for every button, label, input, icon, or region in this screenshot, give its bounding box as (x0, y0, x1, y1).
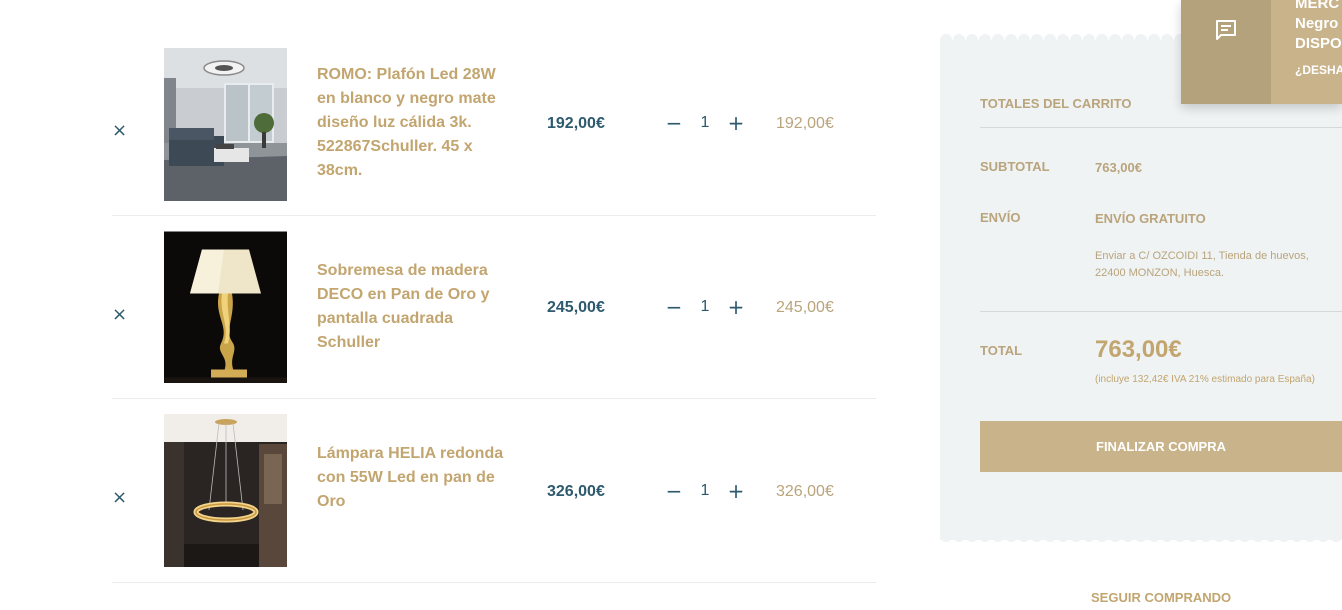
pendant-lamp-image (164, 414, 287, 567)
product-thumbnail[interactable] (164, 414, 287, 567)
divider (980, 311, 1342, 312)
shipping-address: Enviar a C/ OZCOIDI 11, Tienda de huevos… (1095, 250, 1309, 279)
notification-line: DISPO (1295, 35, 1342, 52)
cart-row: × ROMO: Plafón Led 28W en blanco y negro… (112, 32, 876, 216)
increase-quantity-button[interactable]: + (727, 297, 745, 317)
remove-item-button[interactable]: × (112, 122, 127, 140)
product-price: 192,00€ (547, 115, 605, 132)
remove-item-button[interactable]: × (112, 306, 127, 324)
notification-line: MERC (1295, 0, 1340, 12)
subtotal-value: 763,00€ (1095, 160, 1142, 175)
remove-item-button[interactable]: × (112, 489, 127, 507)
decrease-quantity-button[interactable]: − (665, 297, 683, 317)
cart-table: × ROMO: Plafón Led 28W en blanco y negro… (112, 32, 876, 583)
quantity-stepper: − 1 + (665, 113, 745, 133)
product-name-link[interactable]: ROMO: Plafón Led 28W en blanco y negro m… (317, 63, 517, 183)
quantity-stepper: − 1 + (665, 297, 745, 317)
line-subtotal: 192,00€ (776, 115, 834, 132)
panel-scallop-edge (940, 530, 1342, 542)
notification-popup: MERC Negro DISPO ¿DESHA (1181, 0, 1342, 104)
living-room-image (164, 48, 287, 201)
notification-text: MERC Negro DISPO ¿DESHA (1271, 0, 1342, 104)
line-subtotal: 326,00€ (776, 483, 834, 500)
notification-icon-box[interactable] (1181, 0, 1271, 104)
total-value: 763,00€ (1095, 336, 1182, 363)
line-subtotal: 245,00€ (776, 299, 834, 316)
decrease-quantity-button[interactable]: − (665, 113, 683, 133)
increase-quantity-button[interactable]: + (727, 481, 745, 501)
divider (980, 127, 1342, 128)
quantity-value[interactable]: 1 (695, 298, 715, 316)
quantity-value[interactable]: 1 (695, 482, 715, 500)
shipping-value: ENVÍO GRATUITO (1095, 211, 1206, 226)
checkout-button[interactable]: FINALIZAR COMPRA (980, 421, 1342, 472)
quantity-stepper: − 1 + (665, 481, 745, 501)
increase-quantity-button[interactable]: + (727, 113, 745, 133)
cart-row: × Lámpara HELIA redonda con 55W Led en p… (112, 399, 876, 583)
continue-shopping-link[interactable]: SEGUIR COMPRANDO (1091, 590, 1231, 605)
table-lamp-image (164, 231, 287, 383)
decrease-quantity-button[interactable]: − (665, 481, 683, 501)
cart-totals-heading: TOTALES DEL CARRITO (980, 96, 1132, 111)
product-price: 326,00€ (547, 483, 605, 500)
notification-undo-link[interactable]: ¿DESHA (1295, 63, 1342, 77)
product-thumbnail[interactable] (164, 48, 287, 201)
total-label: TOTAL (980, 343, 1023, 358)
product-thumbnail[interactable] (164, 231, 287, 383)
notification-line: Negro (1295, 15, 1339, 32)
message-icon (1216, 20, 1236, 40)
subtotal-label: SUBTOTAL (980, 159, 1050, 174)
product-name-link[interactable]: Lámpara HELIA redonda con 55W Led en pan… (317, 442, 517, 514)
tax-note: (incluye 132,42€ IVA 21% estimado para E… (1095, 374, 1315, 385)
cart-row: × Sobremesa de madera DECO en Pan de Oro… (112, 216, 876, 399)
quantity-value[interactable]: 1 (695, 114, 715, 132)
product-price: 245,00€ (547, 299, 605, 316)
product-name-link[interactable]: Sobremesa de madera DECO en Pan de Oro y… (317, 259, 517, 355)
shipping-label: ENVÍO (980, 210, 1021, 225)
